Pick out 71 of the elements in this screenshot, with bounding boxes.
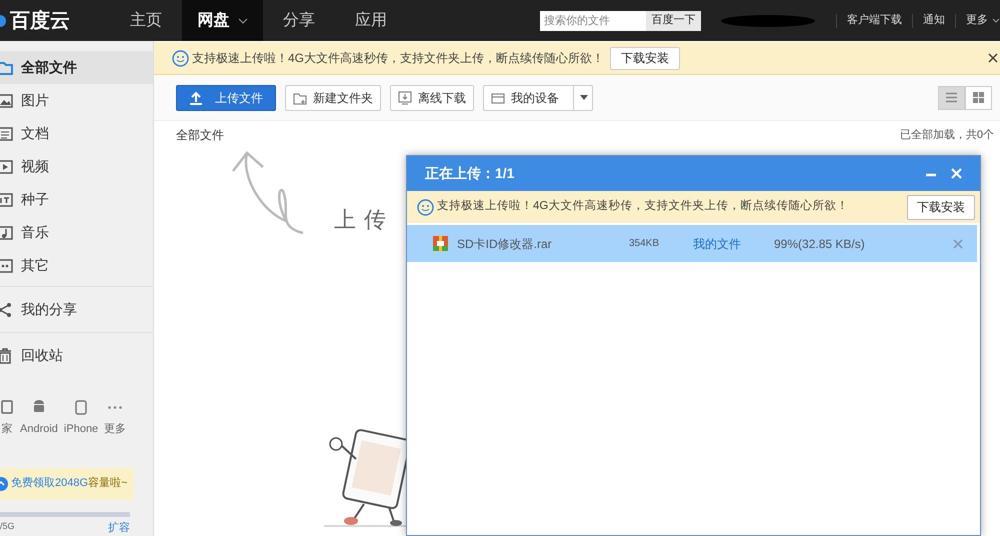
search-field[interactable]: 搜索你的文件	[540, 10, 646, 30]
file-name: SD卡ID修改器.rar	[457, 236, 553, 252]
nav-link[interactable]: 更多	[956, 12, 998, 29]
nav-link[interactable]: 通知	[913, 12, 955, 29]
download-button[interactable]: 下载安装	[907, 194, 975, 220]
breadcrumb[interactable]: 全部文件	[176, 126, 224, 144]
phone-icon	[74, 400, 88, 415]
sidebar-item[interactable]: 图片	[0, 84, 153, 117]
monitor-download-icon	[398, 90, 412, 104]
image-icon	[0, 92, 13, 108]
smiley-icon	[417, 198, 434, 216]
nav-tab[interactable]: 网盘	[182, 0, 263, 41]
nav-tab[interactable]: 应用	[335, 0, 407, 41]
device-button[interactable]: 我的设备	[483, 84, 593, 110]
smiley-icon	[172, 50, 189, 66]
nav-tab[interactable]: 分享	[263, 0, 335, 41]
device-link[interactable]: Android	[20, 421, 58, 438]
archive-icon	[433, 236, 448, 251]
grid-icon	[973, 92, 984, 103]
grid-view-button[interactable]	[965, 86, 992, 110]
search-button[interactable]: 百度一下	[646, 10, 701, 30]
upload-progress: 99%(32.85 KB/s)	[774, 236, 865, 252]
list-icon	[946, 92, 957, 103]
nav-link[interactable]: 客户端下载	[837, 12, 912, 29]
more-icon	[0, 258, 13, 274]
download-button[interactable]: 下载安装	[610, 46, 680, 70]
close-icon	[953, 238, 963, 248]
torrent-icon	[0, 192, 13, 208]
monitor-icon	[0, 400, 14, 415]
logo-icon	[0, 14, 6, 28]
upload-icon	[189, 90, 203, 104]
sidebar-item[interactable]: 视频	[0, 150, 153, 183]
notice-text: 支持极速上传啦！4G大文件高速秒传，支持文件夹上传，断点续传随心所欲！	[192, 50, 604, 67]
trash-icon	[0, 348, 13, 364]
close-icon	[951, 168, 962, 179]
device-link[interactable]: 家	[2, 421, 12, 438]
sidebar-item[interactable]: 我的分享	[0, 291, 153, 328]
device-link[interactable]: iPhone	[64, 421, 98, 438]
nav-tab[interactable]: 主页	[110, 0, 182, 41]
storage-text: /5G	[0, 520, 15, 532]
logo-text: 百度云	[10, 8, 70, 34]
list-view-button[interactable]	[938, 86, 965, 110]
close-icon	[988, 53, 998, 63]
sidebar-item[interactable]: 音乐	[0, 216, 153, 249]
sidebar-item[interactable]: 其它	[0, 249, 153, 282]
caret-icon	[580, 95, 588, 100]
music-icon	[0, 224, 13, 240]
share-icon	[0, 302, 13, 318]
folder-add-icon	[293, 90, 307, 104]
more-icon	[108, 406, 122, 409]
folder-icon	[0, 60, 13, 76]
document-icon	[0, 126, 13, 142]
device-link[interactable]: 更多	[104, 421, 126, 438]
offline-download-button[interactable]: 离线下载	[390, 84, 474, 110]
video-icon	[0, 158, 13, 174]
caret-icon	[992, 18, 1000, 23]
device-icon	[491, 90, 505, 104]
new-folder-button[interactable]: 新建文件夹	[285, 84, 381, 110]
sidebar-item[interactable]: 回收站	[0, 337, 153, 374]
android-icon	[32, 400, 46, 415]
caret-icon	[238, 18, 248, 24]
sidebar-item[interactable]: 全部文件	[0, 51, 153, 84]
handwritten-hint: 上传	[334, 207, 394, 235]
sidebar-item[interactable]: 文档	[0, 117, 153, 150]
load-status: 已全部加载，共0个	[900, 128, 994, 143]
dialog-title: 正在上传：1/1	[425, 164, 514, 183]
sidebar-item[interactable]: 种子	[0, 183, 153, 216]
file-size: 354KB	[629, 237, 660, 251]
upload-row[interactable]: SD卡ID修改器.rar 354KB 我的文件 99%(32.85 KB/s)	[407, 225, 977, 262]
notice-text: 支持极速上传啦！4G大文件高速秒传，支持文件夹上传，断点续传随心所欲！	[437, 198, 848, 214]
upload-button[interactable]: 上传文件	[176, 84, 276, 110]
